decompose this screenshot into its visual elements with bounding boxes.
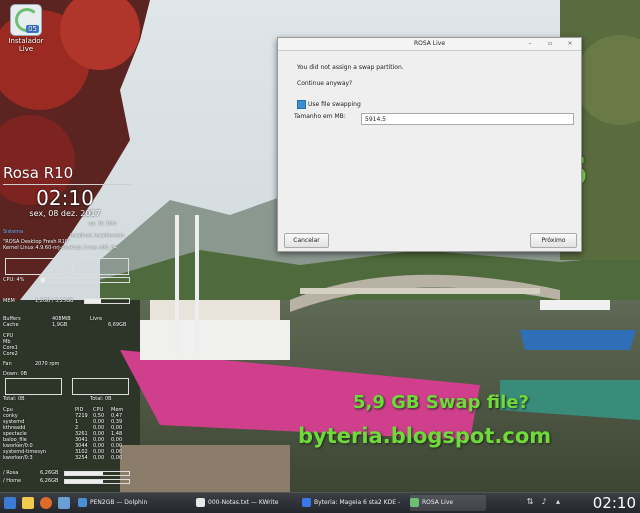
installer-badge: 05 [26, 25, 39, 33]
application-menu-icon[interactable] [4, 497, 16, 509]
conky-down-label: Down: 0B [3, 371, 28, 377]
cpu-graph [5, 258, 62, 275]
conky-disk-home-value: 6,26GB [40, 478, 59, 484]
checkbox-icon[interactable] [297, 100, 306, 109]
process-cell: 0,00 [111, 455, 123, 461]
dialog-message-continue: Continue anyway? [297, 80, 353, 87]
dialog-titlebar[interactable]: ROSA Live – ▫ × [278, 38, 581, 51]
process-table: Cpu PID CPU Mem conky 7219 0,50 0,47 systemd… [3, 407, 131, 461]
conky-uptime: up: 2h 26m [88, 221, 117, 227]
cpu-bar [40, 277, 130, 283]
conky-disk-root-value: 6,26GB [40, 470, 59, 476]
swap-file-checkbox[interactable]: Use file swapping [297, 100, 361, 109]
conky-host: localhost.localdomain [70, 233, 125, 239]
conky-cache-value: 1,9GB [52, 322, 68, 328]
process-row: kworker/0:3 3254 0,00 0,00 [3, 455, 131, 461]
conky-free-label: Livre [90, 316, 103, 322]
folder-icon [78, 498, 87, 507]
disk-root-bar [64, 471, 130, 476]
mem-bar [84, 298, 130, 304]
swap-size-input[interactable]: 5914.5 [361, 113, 574, 125]
conky-section-system: Sistema [3, 229, 24, 235]
conky-kernel: Kernel Linux 4.9.60-nrj-desktop-1rosa-x8… [3, 245, 118, 251]
caption-swap: 5,9 GB Swap file? [353, 392, 529, 413]
restore-icon[interactable]: ▫ [546, 40, 554, 47]
taskbar-task-label: ROSA Live [422, 499, 454, 506]
notifications-icon[interactable]: ▴ [554, 498, 562, 506]
taskbar: PEN2GB — Dolphin 000-Notas.txt — KWrite By… [0, 492, 640, 513]
desktop: 05 Instalador Live Rosa R10 02:10 sex, 0… [0, 0, 640, 492]
caption-blog: byteria.blogspot.com [298, 424, 552, 448]
process-cell: 3254 [75, 455, 88, 461]
conky-free-value: 6,69GB [108, 322, 127, 328]
conky-cache-label: Cache [3, 322, 19, 328]
net-up-graph [72, 378, 129, 395]
conky-total-up: Total: 0B [90, 396, 112, 402]
taskbar-task-label: PEN2GB — Dolphin [90, 499, 148, 506]
cancel-button[interactable]: Cancelar [284, 233, 329, 248]
firefox-icon[interactable] [40, 497, 52, 509]
disk-home-bar [64, 479, 130, 484]
conky-date: sex, 08 dez. 2017 [29, 209, 101, 218]
conky-core2-label: Core2 [3, 351, 18, 357]
taskbar-task-label: Byteria: Mageia 6 sta2 KDE - [314, 499, 401, 506]
taskbar-clock[interactable]: 02:10 [593, 494, 636, 512]
process-cell: 0,00 [93, 455, 105, 461]
next-button[interactable]: Próximo [530, 233, 577, 248]
taskbar-task[interactable]: ROSA Live [410, 495, 486, 511]
network-icon[interactable]: ⇅ [526, 498, 534, 506]
conky-cpu-label: CPU: 4% [3, 277, 25, 283]
conky-total-down: Total: 0B [3, 396, 25, 402]
show-desktop-icon[interactable] [58, 497, 70, 509]
file-manager-icon[interactable] [22, 497, 34, 509]
desktop-icon-label: Instalador Live [8, 37, 44, 53]
volume-icon[interactable]: ♪ [540, 498, 548, 506]
installer-icon [410, 498, 419, 507]
conky-clock: 02:10 [36, 186, 94, 210]
conky-divider [3, 184, 131, 185]
process-cell: kworker/0:3 [3, 455, 33, 461]
conky-fan-label: Fan [3, 361, 12, 367]
taskbar-task[interactable]: PEN2GB — Dolphin [78, 495, 190, 511]
browser-icon [302, 498, 311, 507]
minimize-icon[interactable]: – [526, 40, 534, 47]
size-label: Tamanho em MB: [294, 113, 346, 120]
conky-title: Rosa R10 [3, 164, 74, 182]
rosa-live-dialog: ROSA Live – ▫ × You did not assign a swa… [277, 37, 582, 252]
taskbar-task[interactable]: 000-Notas.txt — KWrite [196, 495, 298, 511]
net-down-graph [5, 378, 62, 395]
checkbox-label: Use file swapping [308, 101, 361, 108]
conky-mem-value: 1,2GB / 3,25GB [35, 298, 74, 304]
taskbar-task[interactable]: Byteria: Mageia 6 sta2 KDE - [302, 495, 406, 511]
conky-fan-value: 2070 rpm [35, 361, 60, 367]
dialog-title: ROSA Live [413, 40, 446, 47]
conky-disk-root: / Rosa [3, 470, 19, 476]
close-icon[interactable]: × [566, 40, 574, 47]
dialog-message-swap: You did not assign a swap partition. [297, 64, 404, 71]
rosa-installer-icon: 05 [10, 4, 42, 36]
text-editor-icon [196, 498, 205, 507]
desktop-icon-installer[interactable]: 05 Instalador Live [2, 2, 50, 53]
conky-mem-label: MEM [3, 298, 15, 304]
conky-disk-home: / Home [3, 478, 22, 484]
cpu-graph-2 [72, 258, 129, 275]
taskbar-task-label: 000-Notas.txt — KWrite [208, 499, 279, 506]
